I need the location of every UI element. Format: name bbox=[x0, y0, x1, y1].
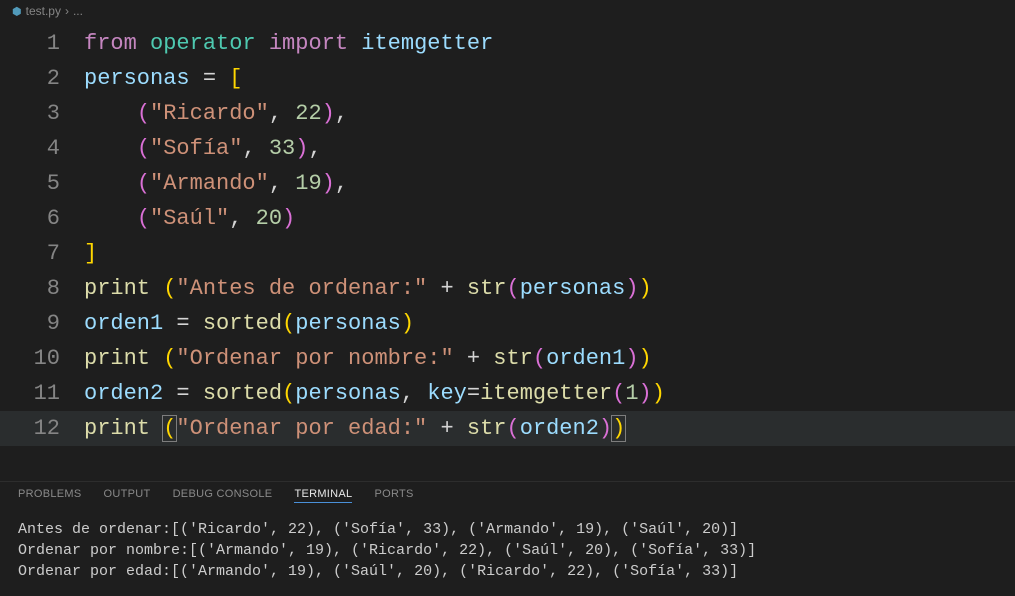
code-line[interactable]: 4 ("Sofía", 33), bbox=[0, 131, 1015, 166]
code-content[interactable]: print ("Antes de ordenar:" + str(persona… bbox=[84, 271, 1015, 306]
line-number: 11 bbox=[0, 376, 84, 411]
panel-tab-ports[interactable]: PORTS bbox=[374, 488, 413, 503]
code-line[interactable]: 10print ("Ordenar por nombre:" + str(ord… bbox=[0, 341, 1015, 376]
line-number: 3 bbox=[0, 96, 84, 131]
panel-tabs: PROBLEMS OUTPUT DEBUG CONSOLE TERMINAL PORTS bbox=[0, 481, 1015, 511]
code-line[interactable]: 5 ("Armando", 19), bbox=[0, 166, 1015, 201]
code-content[interactable]: orden1 = sorted(personas) bbox=[84, 306, 1015, 341]
code-line[interactable]: 7] bbox=[0, 236, 1015, 271]
code-line[interactable]: 11orden2 = sorted(personas, key=itemgett… bbox=[0, 376, 1015, 411]
code-line[interactable]: 1from operator import itemgetter bbox=[0, 26, 1015, 61]
line-number: 12 bbox=[0, 411, 84, 446]
terminal-output[interactable]: Antes de ordenar:[('Ricardo', 22), ('Sof… bbox=[0, 511, 1015, 596]
breadcrumb-file: test.py bbox=[26, 4, 61, 18]
code-content[interactable]: ("Sofía", 33), bbox=[84, 131, 1015, 166]
code-line[interactable]: 6 ("Saúl", 20) bbox=[0, 201, 1015, 236]
panel-tab-debug-console[interactable]: DEBUG CONSOLE bbox=[173, 488, 273, 503]
panel-tab-output[interactable]: OUTPUT bbox=[104, 488, 151, 503]
line-number: 8 bbox=[0, 271, 84, 306]
code-line[interactable]: 12print ("Ordenar por edad:" + str(orden… bbox=[0, 411, 1015, 446]
code-line[interactable]: 9orden1 = sorted(personas) bbox=[0, 306, 1015, 341]
breadcrumb[interactable]: ⬢ test.py › ... bbox=[0, 0, 1015, 22]
panel-tab-problems[interactable]: PROBLEMS bbox=[18, 488, 82, 503]
line-number: 10 bbox=[0, 341, 84, 376]
code-content[interactable]: ("Saúl", 20) bbox=[84, 201, 1015, 236]
line-number: 5 bbox=[0, 166, 84, 201]
breadcrumb-rest: ... bbox=[73, 4, 83, 18]
line-number: 4 bbox=[0, 131, 84, 166]
breadcrumb-separator: › bbox=[65, 4, 69, 18]
code-content[interactable]: from operator import itemgetter bbox=[84, 26, 1015, 61]
code-content[interactable]: orden2 = sorted(personas, key=itemgetter… bbox=[84, 376, 1015, 411]
line-number: 7 bbox=[0, 236, 84, 271]
code-content[interactable]: ("Ricardo", 22), bbox=[84, 96, 1015, 131]
code-line[interactable]: 3 ("Ricardo", 22), bbox=[0, 96, 1015, 131]
line-number: 6 bbox=[0, 201, 84, 236]
code-content[interactable]: print ("Ordenar por nombre:" + str(orden… bbox=[84, 341, 1015, 376]
code-content[interactable]: ("Armando", 19), bbox=[84, 166, 1015, 201]
python-file-icon: ⬢ bbox=[12, 5, 22, 18]
code-line[interactable]: 8print ("Antes de ordenar:" + str(person… bbox=[0, 271, 1015, 306]
line-number: 1 bbox=[0, 26, 84, 61]
code-content[interactable]: print ("Ordenar por edad:" + str(orden2)… bbox=[84, 411, 1015, 446]
code-editor[interactable]: 1from operator import itemgetter2persona… bbox=[0, 22, 1015, 481]
code-content[interactable]: ] bbox=[84, 236, 1015, 271]
panel-tab-terminal[interactable]: TERMINAL bbox=[294, 488, 352, 503]
code-line[interactable]: 2personas = [ bbox=[0, 61, 1015, 96]
line-number: 2 bbox=[0, 61, 84, 96]
code-content[interactable]: personas = [ bbox=[84, 61, 1015, 96]
line-number: 9 bbox=[0, 306, 84, 341]
